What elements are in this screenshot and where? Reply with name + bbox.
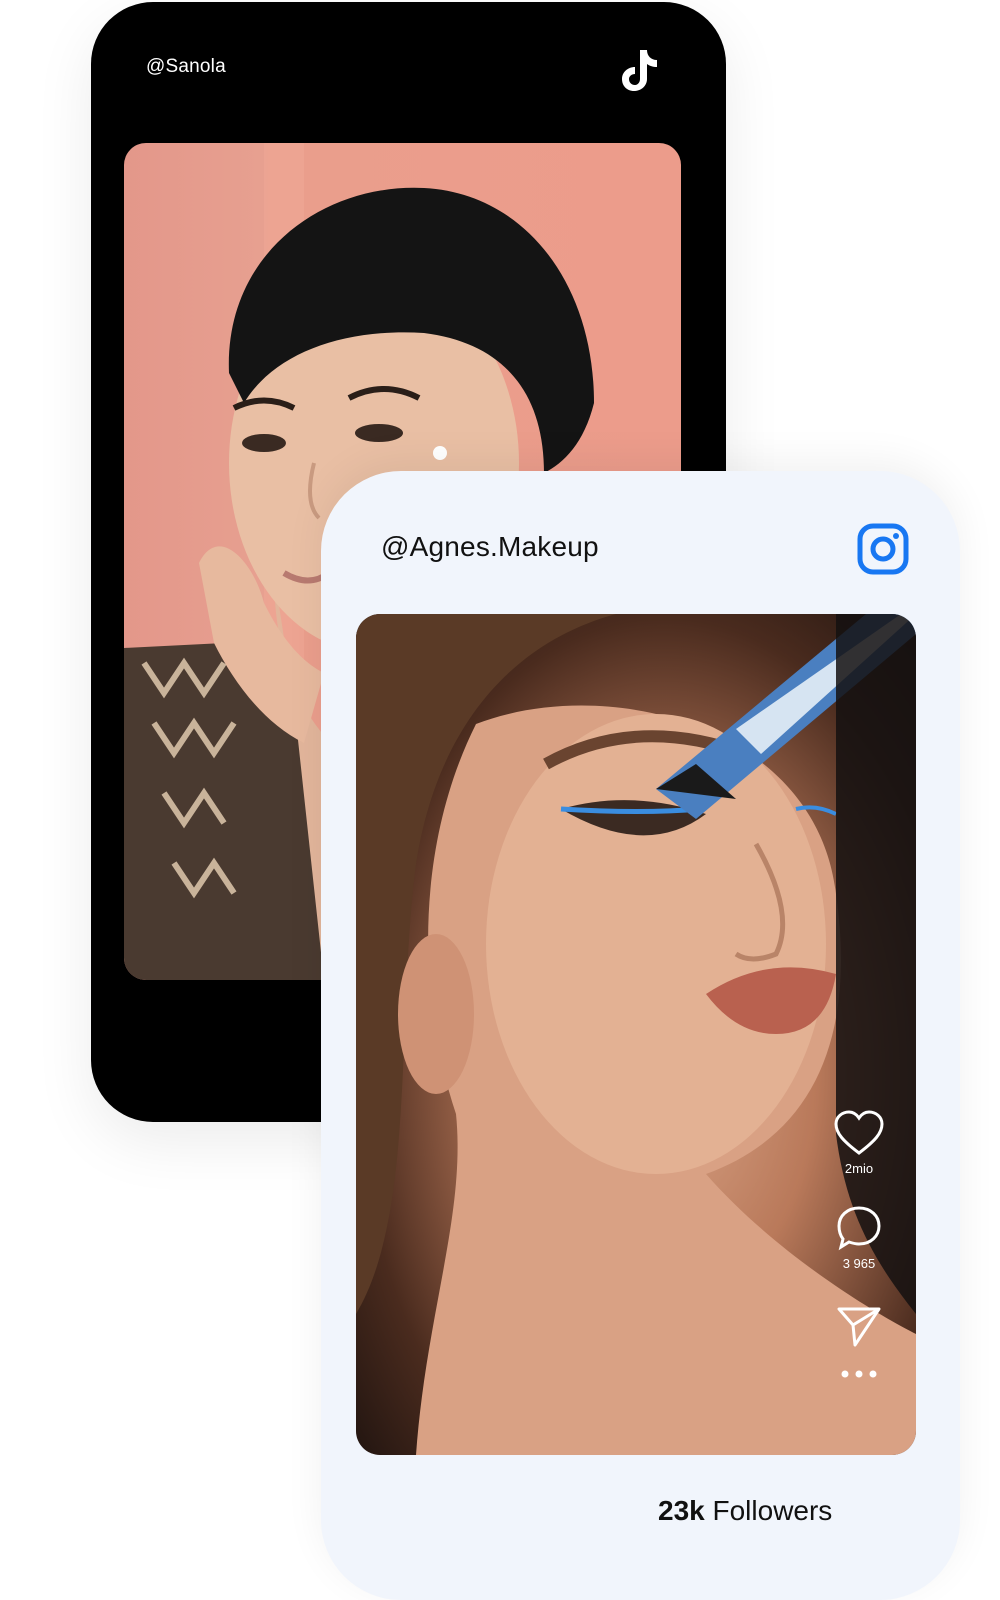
like-action[interactable]: 2mio	[833, 1109, 885, 1176]
likes-count: 2mio	[844, 1161, 874, 1176]
followers-count: 23k	[658, 1495, 705, 1526]
followers-stat: 23k Followers	[658, 1495, 832, 1527]
followers-label: Followers	[712, 1495, 833, 1526]
heart-icon[interactable]	[833, 1109, 885, 1157]
comment-action[interactable]: 3 965	[833, 1204, 885, 1271]
instagram-username[interactable]: @Agnes.Makeup	[381, 531, 599, 563]
instagram-logo-icon	[857, 523, 909, 575]
comments-count: 3 965	[842, 1256, 876, 1271]
send-icon[interactable]	[833, 1301, 885, 1349]
post-actions: 2mio 3 965	[824, 1109, 894, 1379]
tiktok-logo-icon	[622, 50, 657, 91]
tiktok-username[interactable]: @Sanola	[146, 56, 226, 78]
instagram-post-photo[interactable]: 2mio 3 965	[356, 614, 916, 1455]
instagram-card: @Agnes.Makeup 2mio 3 965 23k Followers	[321, 471, 960, 1600]
comment-icon[interactable]	[833, 1204, 885, 1252]
more-icon[interactable]	[839, 1369, 879, 1379]
